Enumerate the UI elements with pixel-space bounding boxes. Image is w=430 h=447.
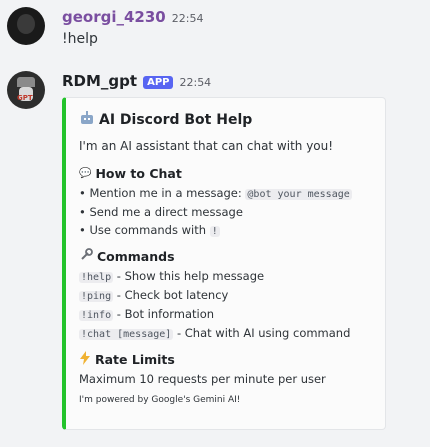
avatar-georgi[interactable]: [7, 7, 45, 45]
wrench-icon: [79, 248, 93, 265]
field-how-to-chat: 💬 How to Chat: [79, 166, 182, 181]
embed-footer: I'm powered by Google's Gemini AI!: [79, 395, 241, 405]
lightning-icon: [79, 351, 91, 368]
speech-bubble-icon: 💬: [79, 168, 92, 179]
command-row: !ping - Check bot latency: [79, 288, 229, 302]
inline-code: !chat [message]: [79, 329, 174, 340]
command-row: !help - Show this help message: [79, 269, 265, 283]
timestamp: 22:54: [171, 12, 204, 25]
embed-title-text: AI Discord Bot Help: [99, 112, 253, 128]
help-embed: AI Discord Bot Help I'm an AI assistant …: [62, 97, 386, 430]
inline-code: !info: [79, 310, 114, 321]
avatar-rdm-gpt[interactable]: GPT: [7, 71, 45, 109]
inline-code: !: [209, 226, 220, 237]
field-name: Commands: [97, 249, 175, 264]
command-row: !chat [message] - Chat with AI using com…: [79, 326, 351, 340]
field-name: How to Chat: [95, 166, 182, 181]
embed-title: AI Discord Bot Help: [79, 110, 252, 130]
field-name: Rate Limits: [95, 352, 175, 367]
embed-description: I'm an AI assistant that can chat with y…: [79, 139, 334, 153]
command-row: !info - Bot information: [79, 307, 215, 321]
inline-code: !ping: [79, 291, 114, 302]
robot-icon: [79, 110, 95, 130]
inline-code: @bot your message: [245, 189, 352, 200]
field-value-line: • Mention me in a message: @bot your mes…: [79, 186, 352, 200]
username[interactable]: RDM_gpt: [62, 72, 137, 90]
message-header: RDM_gpt APP 22:54: [62, 72, 211, 90]
field-value-line: • Send me a direct message: [79, 205, 243, 219]
username[interactable]: georgi_4230: [62, 8, 166, 26]
inline-code: !help: [79, 272, 114, 283]
field-rate-limits: Rate Limits: [79, 351, 175, 368]
message-header: georgi_4230 22:54: [62, 8, 203, 26]
field-value-line: • Use commands with !: [79, 223, 220, 237]
app-badge: APP: [143, 76, 174, 89]
field-value-line: Maximum 10 requests per minute per user: [79, 372, 326, 386]
field-commands: Commands: [79, 248, 175, 265]
message-text: !help: [62, 31, 98, 47]
timestamp: 22:54: [179, 76, 212, 89]
